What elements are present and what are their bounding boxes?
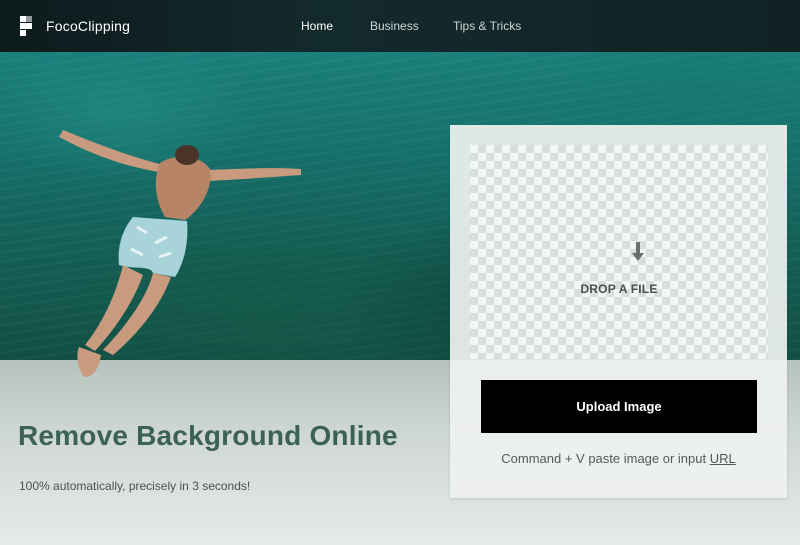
url-input-link[interactable]: URL (710, 451, 736, 466)
drop-file-label: DROP A FILE (580, 282, 658, 296)
paste-hint-text: Command + V paste image or input (501, 451, 707, 466)
nav-home[interactable]: Home (301, 19, 333, 33)
hero-subline: 100% automatically, precisely in 3 secon… (19, 479, 251, 493)
foco-logo-icon (20, 16, 38, 36)
brand-name: FocoClipping (46, 18, 131, 34)
upload-panel: DROP A FILE Upload Image Command + V pas… (450, 125, 787, 498)
paste-hint: Command + V paste image or input URL (450, 451, 787, 466)
hero-headline: Remove Background Online (18, 420, 398, 451)
drop-zone[interactable]: DROP A FILE (470, 145, 768, 359)
nav-tips-tricks[interactable]: Tips & Tricks (453, 19, 521, 33)
top-navbar: FocoClipping Home Business Tips & Tricks (0, 0, 800, 52)
brand-logo[interactable]: FocoClipping (20, 16, 130, 36)
arrow-down-icon (632, 242, 644, 261)
upload-image-button[interactable]: Upload Image (481, 380, 757, 433)
diver-image (59, 130, 301, 377)
nav-business[interactable]: Business (370, 19, 419, 33)
